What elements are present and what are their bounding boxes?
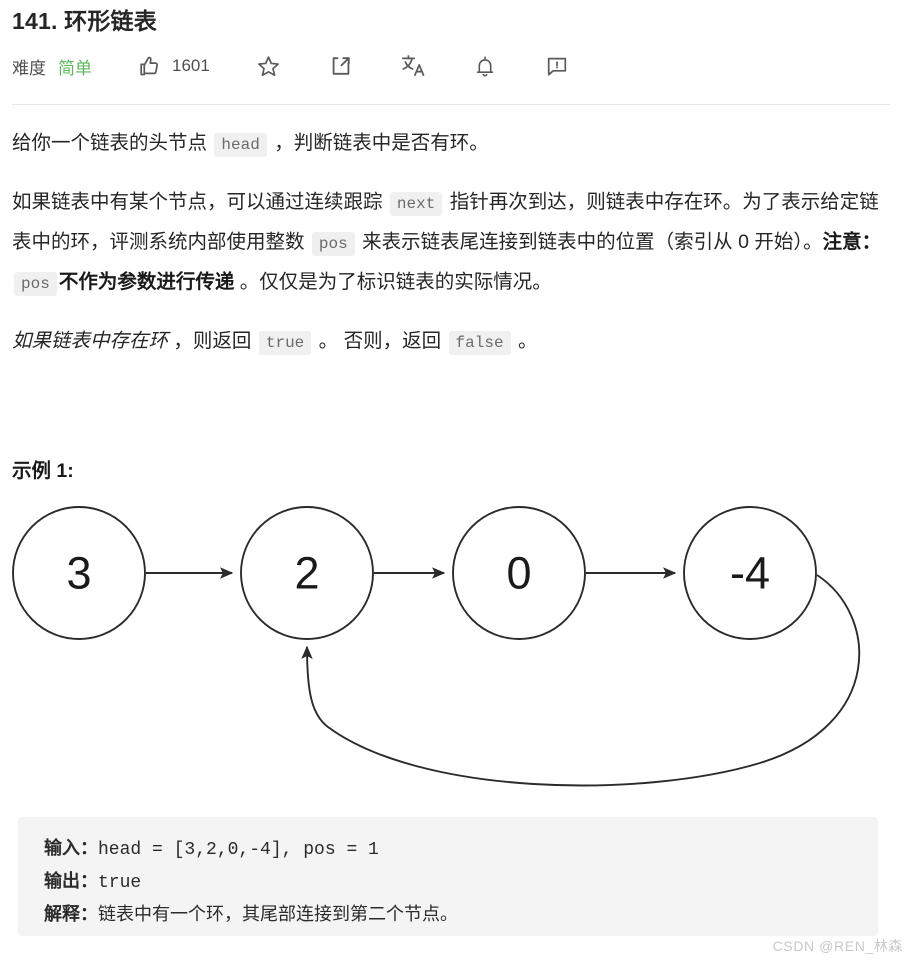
text-fragment: 给你一个链表的头节点 (12, 132, 213, 154)
notice-emphasis: 不作为参数进行传递 (58, 271, 235, 293)
inline-code-next: next (389, 192, 443, 216)
bell-icon[interactable] (472, 53, 498, 79)
code-line-input: 输入：head = [3,2,0,-4], pos = 1 (44, 834, 878, 867)
like-button[interactable]: 1601 (138, 54, 210, 78)
watermark: CSDN @REN_林森 (772, 938, 903, 954)
inline-code-pos-2: pos (14, 272, 57, 296)
difficulty-value[interactable]: 简单 (58, 54, 92, 79)
thumbs-up-icon (138, 54, 162, 78)
text-fragment: 如果链表中有某个节点，可以通过连续跟踪 (12, 191, 388, 213)
explanation-label: 解释： (44, 906, 98, 926)
description-paragraph-1: 给你一个链表的头节点 head ，判断链表中是否有环。 (12, 124, 892, 164)
input-label: 输入： (44, 840, 98, 860)
description-paragraph-2: 如果链表中有某个节点，可以通过连续跟踪 next 指针再次到达，则链表中存在环。… (12, 183, 892, 303)
node-0: 0 (452, 506, 586, 640)
inline-code-pos-1: pos (311, 232, 355, 256)
text-fragment: 来表示链表尾连接到链表中的位置（索引从 0 开始）。 (356, 231, 823, 253)
page-title: 141. 环形链表 (12, 8, 157, 34)
node-2: 2 (240, 506, 374, 640)
meta-toolbar: 难度 简单 1601 (12, 50, 570, 82)
linked-list-diagram: 3 2 0 -4 (0, 495, 917, 815)
node-label-2: 2 (294, 548, 319, 599)
text-fragment: ，判断链表中是否有环。 (268, 132, 489, 154)
header-divider (12, 104, 890, 105)
explanation-value: 链表中有一个环，其尾部连接到第二个节点。 (98, 906, 458, 926)
star-icon[interactable] (256, 53, 282, 79)
inline-code-true: true (258, 331, 312, 355)
description-paragraph-3: 如果链表中存在环 ，则返回 true 。 否则，返回 false 。 (12, 322, 892, 362)
input-value: head = [3,2,0,-4], pos = 1 (98, 840, 379, 860)
text-fragment: ，则返回 (168, 330, 257, 352)
like-count: 1601 (172, 56, 210, 75)
text-fragment: 。 否则，返回 (313, 330, 447, 352)
inline-code-false: false (448, 331, 511, 355)
example-heading: 示例 1: (12, 460, 74, 482)
text-fragment-italic: 如果链表中存在环 (12, 330, 169, 352)
share-icon[interactable] (328, 53, 354, 79)
node-label-0: 0 (506, 548, 531, 599)
node-label-neg4: -4 (730, 548, 770, 599)
output-value: true (98, 873, 142, 893)
example-code-block: 输入：head = [3,2,0,-4], pos = 1 输出：true 解释… (18, 817, 878, 936)
text-fragment: 。仅仅是为了标识链表的实际情况。 (234, 271, 552, 293)
difficulty-label: 难度 (12, 58, 46, 78)
problem-description: 给你一个链表的头节点 head ，判断链表中是否有环。 如果链表中有某个节点，可… (12, 124, 892, 376)
node-neg4: -4 (683, 506, 817, 640)
code-line-explanation: 解释：链表中有一个环，其尾部连接到第二个节点。 (44, 900, 878, 933)
feedback-icon[interactable] (544, 53, 570, 79)
inline-code-head: head (214, 133, 267, 157)
translate-icon[interactable] (400, 53, 426, 79)
notice-label: 注意： (822, 231, 882, 253)
text-fragment: 。 (512, 330, 538, 352)
diagram-svg: 3 2 0 -4 (12, 506, 861, 787)
node-3: 3 (12, 506, 146, 640)
node-label-3: 3 (66, 548, 91, 599)
output-label: 输出： (44, 873, 98, 893)
code-line-output: 输出：true (44, 867, 878, 900)
